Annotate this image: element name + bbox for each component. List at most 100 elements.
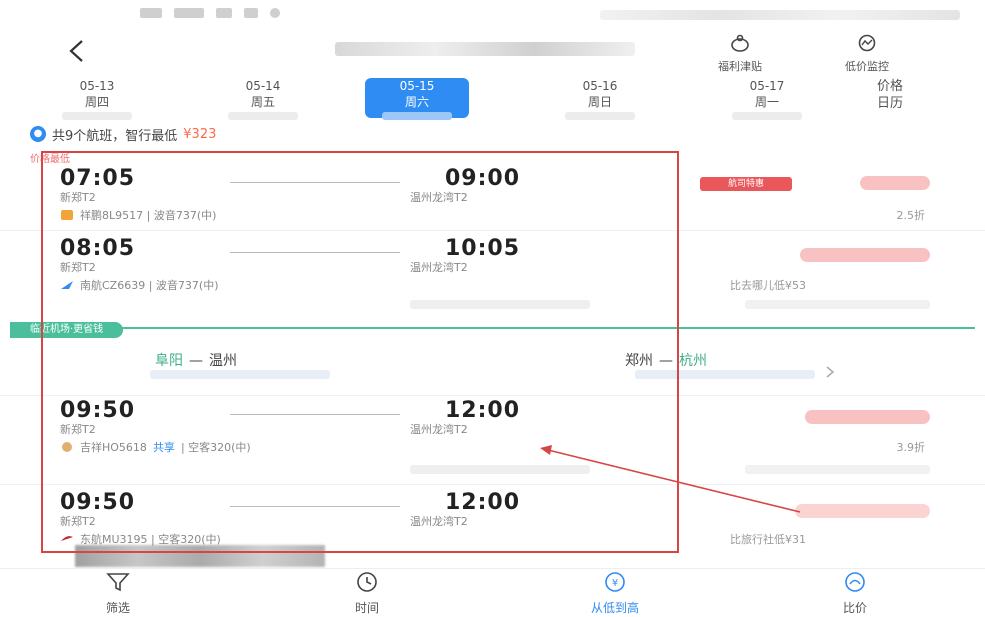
filter-label: 筛选 [105, 601, 130, 615]
summary-text: 共9个航班，智行最低 [52, 128, 178, 144]
compare-tagline: 比去哪儿低¥53 [730, 279, 806, 292]
departure-time: 09:50 [60, 398, 136, 423]
date-label: 05-14 [245, 79, 281, 93]
route-price-blurred [635, 370, 815, 379]
battery-icon [140, 8, 162, 18]
price-monitor-icon [858, 34, 876, 52]
blurred-overlay [75, 545, 325, 567]
arrival-time: 12:00 [445, 398, 521, 423]
svg-text:¥: ¥ [612, 578, 618, 589]
flight-line [230, 506, 400, 507]
flight-row[interactable]: 09:50 12:00 新郑T2 温州龙湾T2 东航MU3195 | 空客320… [0, 488, 985, 548]
back-arrow-icon[interactable] [62, 36, 92, 66]
date-label: 05-17 [749, 79, 785, 93]
date-price-blurred [62, 112, 132, 120]
route-from: 阜阳 [155, 353, 183, 369]
compare-tagline: 比旅行社低¥31 [730, 533, 806, 546]
right-info-blurred [745, 300, 930, 309]
chevron-right-icon [826, 366, 835, 378]
filter-button[interactable]: 筛选 [58, 571, 178, 616]
info-icon: ● [30, 126, 46, 142]
departure-airport: 新郑T2 [60, 261, 96, 274]
airline-special-badge: 航司特惠 [700, 177, 792, 191]
lowest-price: ¥323 [183, 126, 217, 142]
date-price-blurred [228, 112, 298, 120]
discount-label: 3.9折 [896, 441, 926, 454]
time-sort-button[interactable]: 时间 [307, 571, 427, 616]
route-to: 杭州 [679, 353, 707, 369]
date-tab-0515-selected[interactable]: 05-15 周六 [365, 78, 469, 120]
weekday-label: 周五 [250, 95, 275, 109]
flight-line [230, 414, 400, 415]
right-info-blurred [745, 465, 930, 474]
departure-time: 08:05 [60, 236, 136, 261]
nearby-route-zhengzhou-hangzhou[interactable]: 郑州 — 杭州 [625, 350, 707, 370]
departure-airport: 新郑T2 [60, 191, 96, 204]
arrival-time: 09:00 [445, 166, 521, 191]
flight-row[interactable]: 09:50 12:00 新郑T2 温州龙湾T2 吉祥HO5618 共享 | 空客… [0, 398, 985, 482]
route-title-blurred [335, 42, 635, 56]
china-eastern-logo-icon [61, 536, 73, 541]
date-tab-0514[interactable]: 05-14 周五 [208, 78, 318, 120]
date-tab-0516[interactable]: 05-16 周日 [545, 78, 655, 120]
benefit-allowance-label: 福利津贴 [718, 60, 762, 73]
arrival-airport: 温州龙湾T2 [410, 191, 468, 204]
gift-bag-icon [731, 34, 749, 52]
price-sort-button[interactable]: ¥ 从低到高 [555, 571, 675, 616]
price-monitor-button[interactable]: 低价监控 [822, 34, 912, 74]
divider [0, 484, 985, 485]
flight-row[interactable]: 08:05 10:05 新郑T2 温州龙湾T2 南航CZ6639 | 波音737… [0, 232, 985, 320]
price-monitor-label: 低价监控 [845, 60, 889, 73]
info-blurred [410, 300, 590, 309]
status-icons [140, 8, 280, 18]
date-label: 05-15 [399, 79, 435, 93]
info-blurred [410, 465, 590, 474]
notification-icon [270, 8, 280, 18]
compare-label: 比价 [842, 601, 867, 615]
arrival-time: 12:00 [445, 490, 521, 515]
date-tab-0517[interactable]: 05-17 周一 [712, 78, 822, 120]
compare-price-button[interactable]: 比价 [795, 571, 915, 616]
departure-time: 09:50 [60, 490, 136, 515]
speed-icon [244, 8, 258, 18]
arrival-airport: 温州龙湾T2 [410, 261, 468, 274]
benefit-allowance-button[interactable]: 福利津贴 [695, 34, 785, 74]
arrival-airport: 温州龙湾T2 [410, 423, 468, 436]
bottom-toolbar: 筛选 时间 ¥ 从低到高 比价 [0, 568, 985, 617]
route-separator: — [659, 353, 673, 369]
flight-line [230, 252, 400, 253]
date-selector: 05-13 周四 05-14 周五 05-15 周六 05-16 周日 05-1… [0, 76, 985, 122]
date-price-blurred [382, 112, 452, 120]
route-separator: — [189, 353, 203, 369]
price-calendar-label-2: 日历 [876, 96, 903, 111]
flight-summary: ● 共9个航班，智行最低 ¥323 [30, 124, 216, 144]
price-blurred [795, 504, 930, 518]
clock-icon [357, 572, 377, 592]
weekday-label: 周四 [84, 95, 109, 109]
discount-label: 2.5折 [896, 209, 926, 222]
codeshare-label: 共享 [152, 441, 175, 454]
price-calendar-button[interactable]: 价格 日历 [860, 78, 920, 112]
flight-info: 祥鹏8L9517 | 波音737(中) [60, 207, 216, 223]
price-sort-label: 从低到高 [590, 601, 639, 615]
route-to: 温州 [209, 353, 237, 369]
compare-icon [845, 572, 865, 592]
status-bar-right-blurred [600, 10, 960, 20]
divider [0, 395, 985, 396]
date-label: 05-13 [79, 79, 115, 93]
date-price-blurred [565, 112, 635, 120]
time-label: 时间 [354, 601, 379, 615]
flight-row[interactable]: 07:05 09:00 新郑T2 温州龙湾T2 祥鹏8L9517 | 波音737… [0, 160, 985, 230]
price-blurred [800, 248, 930, 262]
wifi-icon [216, 8, 232, 18]
divider [0, 230, 985, 231]
luckyair-logo-icon [61, 210, 73, 220]
juneyao-logo-icon [62, 442, 72, 452]
nearby-route-fuyang-wenzhou[interactable]: 阜阳 — 温州 [155, 350, 237, 370]
price-blurred [860, 176, 930, 190]
nearby-divider [10, 327, 975, 329]
flight-info-text: 吉祥HO5618 [80, 441, 147, 454]
route-price-blurred [150, 370, 330, 379]
departure-airport: 新郑T2 [60, 423, 96, 436]
date-tab-0513[interactable]: 05-13 周四 [42, 78, 152, 120]
